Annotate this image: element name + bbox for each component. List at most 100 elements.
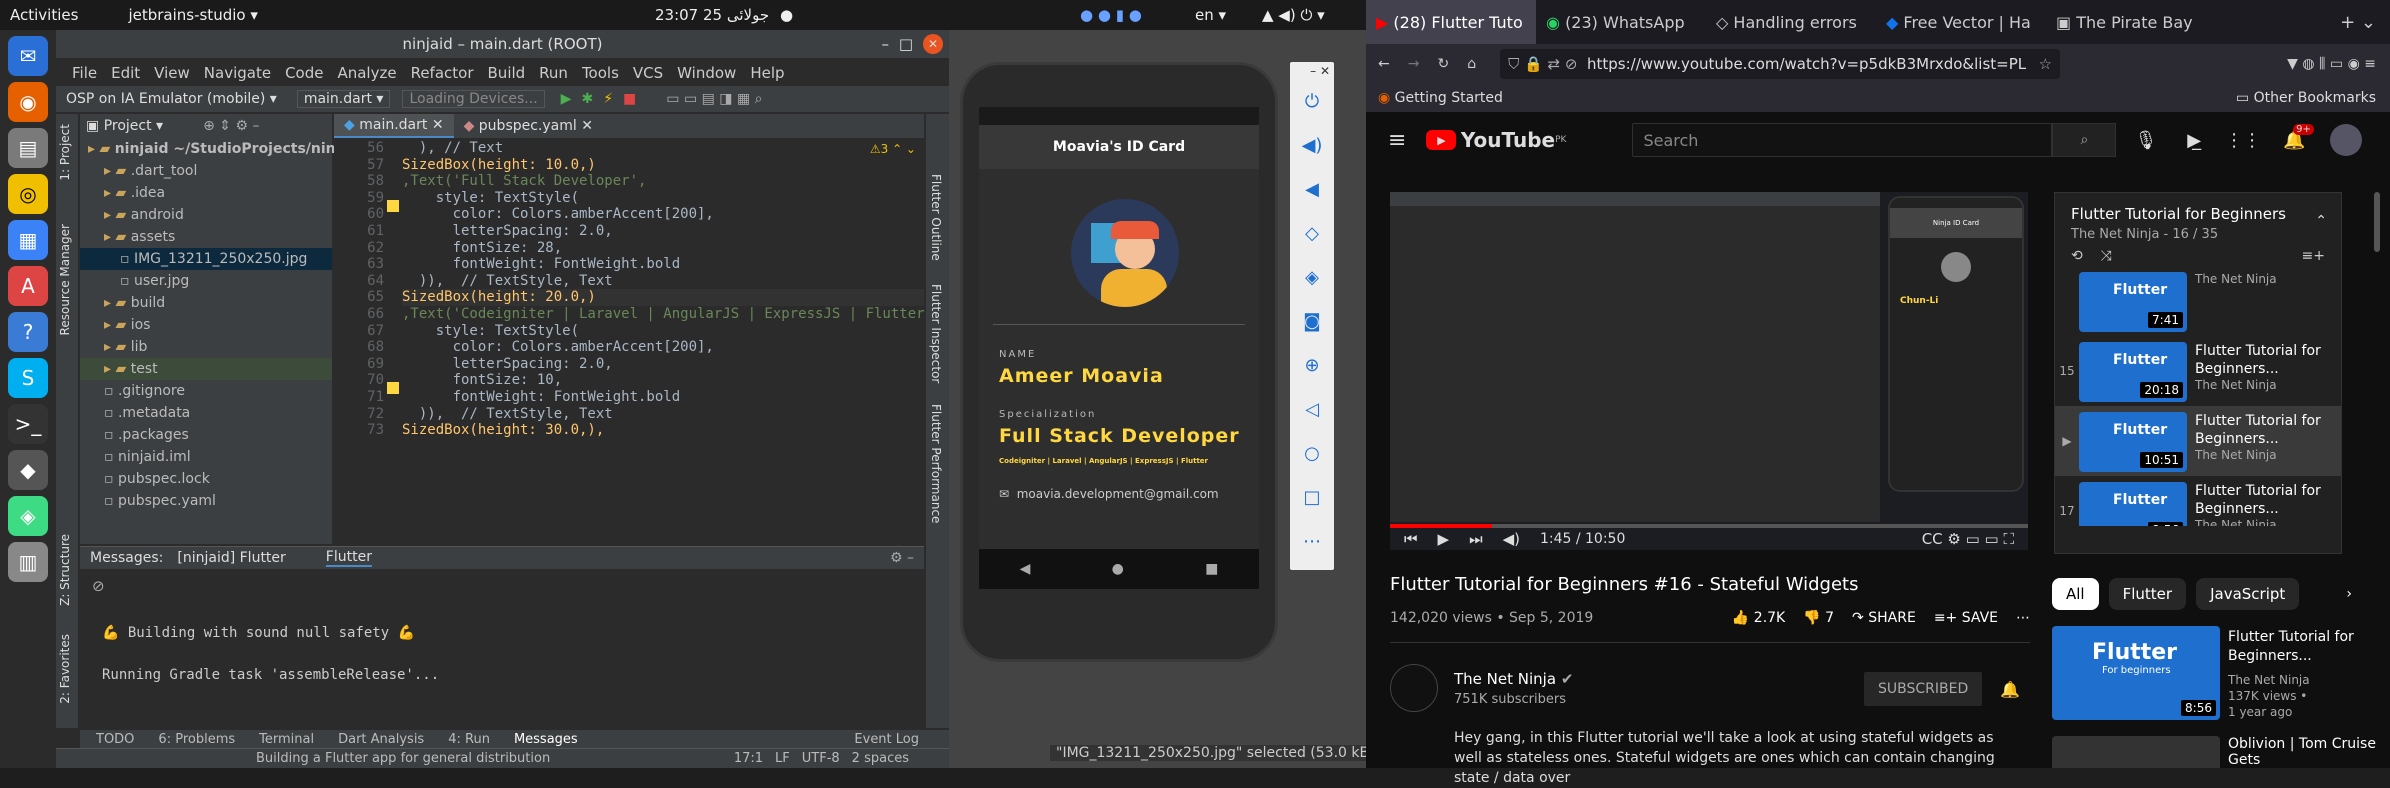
shuffle-icon[interactable]: ⤨ (2101, 248, 2112, 264)
favorites-tab[interactable]: 2: Favorites (58, 634, 72, 704)
code-line[interactable]: ), // Text (402, 140, 924, 157)
playlist-menu-icon[interactable]: ≡+ (2302, 248, 2325, 264)
messages-tab[interactable]: Messages (514, 732, 578, 747)
menu-tools[interactable]: Tools (582, 64, 619, 82)
android-icon[interactable]: ◈ (8, 496, 48, 536)
channel-avatar[interactable] (1390, 664, 1438, 712)
toolbar-icons[interactable]: ▼ ◍ ⫼ ▭ ◉ ≡ (2287, 56, 2376, 72)
menu-code[interactable]: Code (285, 64, 323, 82)
page-scrollbar[interactable] (2374, 192, 2380, 252)
line-separator[interactable]: LF (775, 751, 790, 766)
tree-item[interactable]: ▫ .packages (80, 424, 332, 446)
recommended-title[interactable]: Oblivion | Tom Cruise Gets (2228, 736, 2378, 768)
menu-help[interactable]: Help (750, 64, 784, 82)
terminal-tab[interactable]: Terminal (259, 732, 314, 747)
tree-item[interactable]: ▸ ▰ ios (80, 314, 332, 336)
code-line[interactable]: fontSize: 28, (402, 240, 924, 257)
pin-icon[interactable]: ⊘ (92, 577, 105, 595)
tree-item[interactable]: ▫ IMG_13211_250x250.jpg (80, 248, 332, 270)
playlist-item[interactable]: 15 Flutter 20:18 Flutter Tutorial for Begin… (2055, 336, 2341, 406)
chip-javascript[interactable]: JavaScript (2196, 578, 2300, 610)
recommended-title[interactable]: Flutter Tutorial for Beginners... (2228, 628, 2378, 666)
shield-icon[interactable]: ⛉ 🔒 ⇄ ⊘ (1508, 55, 1577, 73)
dart-analysis-tab[interactable]: Dart Analysis (338, 732, 424, 747)
messages-tab-ninjaid[interactable]: [ninjaid] Flutter (177, 550, 285, 566)
more-actions-icon[interactable]: ⋯ (2016, 610, 2030, 626)
firefox-icon[interactable]: ◉ (8, 82, 48, 122)
home-icon[interactable]: ⌂ (1467, 56, 1476, 72)
menu-view[interactable]: View (154, 64, 190, 82)
menu-window[interactable]: Window (677, 64, 736, 82)
tab-whatsapp[interactable]: ◉ (23) WhatsApp (1536, 0, 1706, 44)
tree-item[interactable]: ▸ ▰ test (80, 358, 332, 380)
code-line[interactable]: fontSize: 10, (402, 372, 924, 389)
collapse-icon[interactable]: ⌃ (2315, 213, 2327, 229)
playlist-title[interactable]: Flutter Tutorial for Beginners (2055, 193, 2341, 223)
hot-reload-icon[interactable]: ⚡ (603, 91, 613, 107)
playlist-item[interactable]: ▶ Flutter 10:51 Flutter Tutorial for Beginn… (2055, 406, 2341, 476)
tab-youtube[interactable]: ▶ (28) Flutter Tuto (1366, 0, 1536, 44)
chip-all[interactable]: All (2052, 578, 2099, 610)
tab-pubspec[interactable]: ◆ pubspec.yaml ✕ (454, 114, 603, 138)
menu-refactor[interactable]: Refactor (411, 64, 474, 82)
code-line[interactable]: color: Colors.amberAccent[200], (402, 206, 924, 223)
tree-item[interactable]: ▸ ▰ .idea (80, 182, 332, 204)
close-button[interactable]: ✕ (923, 34, 943, 54)
notifications-icon[interactable]: 🔔 9+ (2283, 123, 2314, 151)
bookmark-star-icon[interactable]: ☆ (2039, 55, 2052, 73)
indent[interactable]: 2 spaces (852, 751, 909, 766)
clock[interactable]: 23:07 25 جولائی (655, 6, 769, 24)
event-log-tab[interactable]: Event Log (854, 732, 919, 747)
todo-tab[interactable]: TODO (96, 732, 134, 747)
dislike-button[interactable]: 👎 7 (1803, 610, 1834, 626)
problems-tab[interactable]: 6: Problems (158, 732, 235, 747)
run-icon[interactable]: ▶ (561, 91, 572, 107)
language-indicator[interactable]: en ▾ (1195, 6, 1226, 24)
recommended-thumbnail[interactable]: Flutter For beginners 8:56 (2052, 626, 2220, 720)
encoding[interactable]: UTF-8 (802, 751, 840, 766)
home-icon[interactable]: ● (1112, 561, 1124, 577)
menu-edit[interactable]: Edit (111, 64, 140, 82)
project-tool-tab[interactable]: 1: Project (58, 124, 72, 181)
bell-icon[interactable]: 🔔 (2000, 680, 2020, 699)
code-line[interactable]: letterSpacing: 2.0, (402, 356, 924, 373)
previous-icon[interactable]: ⏮ (1404, 530, 1418, 548)
chip-flutter[interactable]: Flutter (2108, 578, 2187, 610)
create-video-icon[interactable]: ▶̲ (2187, 130, 2201, 151)
menu-navigate[interactable]: Navigate (204, 64, 271, 82)
apps-icon[interactable]: ⋮⋮ (2225, 130, 2261, 151)
playlist-item[interactable]: 17 Flutter8:56Flutter Tutorial for Beginn… (2055, 476, 2341, 526)
toolbar-icons[interactable]: ▭ ▭ ▤ ◨ ▦ ⌕ (666, 91, 762, 107)
run-config-selector[interactable]: main.dart ▾ (296, 90, 391, 108)
tree-item[interactable]: ▸ ▰ .dart_tool (80, 160, 332, 182)
app-menu[interactable]: jetbrains-studio ▾ (128, 6, 257, 24)
menu-build[interactable]: Build (488, 64, 526, 82)
menu-vcs[interactable]: VCS (633, 64, 663, 82)
device-selector[interactable]: OSP on IA Emulator (mobile) ▾ (66, 91, 277, 107)
user-avatar[interactable] (2329, 124, 2362, 156)
tab-handling-errors[interactable]: ◇ Handling errors (1706, 0, 1876, 44)
tree-item[interactable]: ▫ ninjaid.iml (80, 446, 332, 468)
share-button[interactable]: ↷ SHARE (1852, 610, 1916, 626)
back-icon[interactable]: ◀ (1020, 561, 1031, 577)
skype-icon[interactable]: S (8, 358, 48, 398)
url-bar[interactable]: ⛉ 🔒 ⇄ ⊘ https://www.youtube.com/watch?v=… (1500, 49, 2061, 79)
flutter-performance-tab[interactable]: Flutter Performance (929, 404, 943, 523)
chips-next-icon[interactable]: › (2346, 586, 2352, 602)
color-swatch[interactable] (387, 200, 399, 212)
messages-settings-icon[interactable]: ⚙ – (890, 550, 914, 566)
tree-item[interactable]: ▫ .metadata (80, 402, 332, 424)
cursor-position[interactable]: 17:1 (734, 751, 763, 766)
search-input[interactable]: Search (1632, 123, 2053, 157)
emulator-close-icon[interactable]: – ✕ (1290, 62, 1334, 80)
maximize-button[interactable]: □ (899, 35, 913, 53)
like-button[interactable]: 👍 2.7K (1732, 610, 1785, 626)
tree-item[interactable]: ▫ user.jpg (80, 270, 332, 292)
code-line[interactable]: style: TextStyle( (402, 190, 924, 207)
devices-loading[interactable]: Loading Devices... (402, 90, 545, 108)
code-line[interactable]: color: Colors.amberAccent[200], (402, 339, 924, 356)
tab-pirate-bay[interactable]: ▣ The Pirate Bay (2046, 0, 2206, 44)
messages-tab-flutter[interactable]: Flutter (325, 549, 372, 567)
other-bookmarks[interactable]: ▭ Other Bookmarks (2236, 90, 2376, 106)
reload-icon[interactable]: ↻ (1437, 56, 1449, 72)
